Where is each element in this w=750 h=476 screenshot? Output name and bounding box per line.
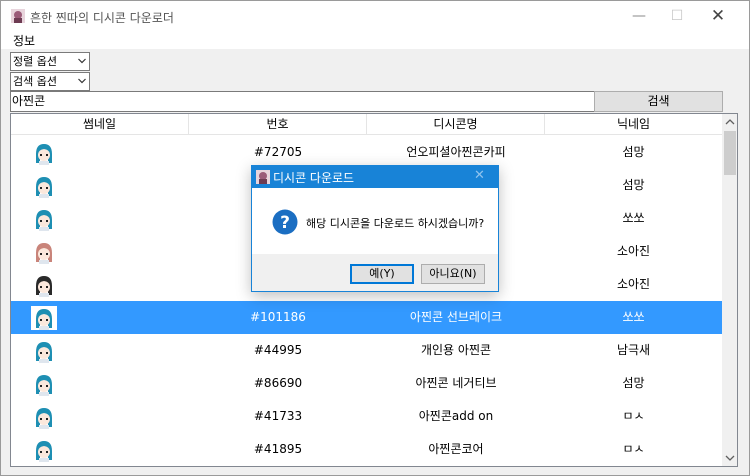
dccon-thumbnail (31, 438, 57, 462)
close-button[interactable]: ✕ (698, 1, 738, 31)
table-row[interactable]: #86690 아찐콘 네거티브 섬망 (11, 367, 722, 400)
row-dccon-name: 아찐콘코어 (428, 442, 484, 456)
search-option-select[interactable]: 검색 옵션 (10, 72, 90, 91)
column-header-thumbnail[interactable]: 썸네일 (11, 114, 189, 134)
dccon-thumbnail (31, 405, 57, 429)
menu-item-info[interactable]: 정보 (13, 32, 35, 49)
row-nickname: 섬망 (622, 178, 645, 192)
app-icon (11, 9, 25, 23)
row-nickname: 쏘쏘 (622, 310, 645, 324)
menu-bar: 정보 (1, 31, 749, 49)
question-icon: ? (272, 209, 298, 235)
dccon-thumbnail (31, 174, 57, 198)
dccon-thumbnail (31, 372, 57, 396)
column-header-number[interactable]: 번호 (189, 114, 367, 134)
dccon-thumbnail (31, 207, 57, 231)
dialog-title-bar: 디시콘 다운로드 ✕ (252, 166, 498, 188)
row-number: #44995 (253, 343, 303, 357)
row-nickname: ㅁㅅ (622, 409, 645, 423)
dialog-close-button[interactable]: ✕ (474, 168, 485, 183)
dccon-thumbnail (31, 306, 57, 330)
table-row[interactable]: #101186 아찐콘 선브레이크 쏘쏘 (11, 301, 722, 334)
sort-option-label: 정렬 옵션 (13, 55, 57, 68)
vertical-scrollbar[interactable] (722, 114, 738, 466)
dialog-title: 디시콘 다운로드 (273, 171, 355, 185)
row-nickname: 섬망 (622, 376, 645, 390)
row-nickname: ㅁㅅ (622, 442, 645, 456)
row-number: #101186 (250, 310, 306, 324)
yes-button[interactable]: 예(Y) (350, 264, 414, 284)
minimize-button[interactable]: — (619, 1, 659, 31)
table-row[interactable]: #44995 개인용 아찐콘 남극새 (11, 334, 722, 367)
row-number: #86690 (253, 376, 303, 390)
row-dccon-name: 아찐콘 선브레이크 (409, 310, 503, 324)
row-nickname: 남극새 (616, 343, 651, 357)
app-window: 흔한 찐따의 디시콘 다운로더 — ☐ ✕ 정보 정렬 옵션 검색 옵션 아찐콘… (0, 0, 750, 476)
dccon-thumbnail (31, 273, 57, 297)
maximize-button[interactable]: ☐ (657, 1, 697, 31)
scroll-up-arrow-icon[interactable] (722, 114, 738, 130)
row-nickname: 소아진 (616, 277, 651, 291)
dccon-thumbnail (31, 141, 57, 165)
title-bar: 흔한 찐따의 디시콘 다운로더 — ☐ ✕ (1, 1, 749, 31)
column-header-name[interactable]: 디시콘명 (367, 114, 545, 134)
list-header: 썸네일 번호 디시콘명 닉네임 (11, 114, 722, 135)
search-input[interactable]: 아찐콘 (10, 91, 595, 112)
chevron-down-icon (78, 78, 86, 84)
no-button[interactable]: 아니요(N) (421, 264, 485, 284)
search-option-label: 검색 옵션 (13, 75, 57, 88)
scrollbar-thumb[interactable] (724, 131, 736, 175)
row-dccon-name: 아찐콘 네거티브 (415, 376, 497, 390)
table-row[interactable]: #41895 아찐콘코어 ㅁㅅ (11, 433, 722, 466)
row-nickname: 쏘쏘 (622, 211, 645, 225)
dialog-message: 해당 디시콘을 다운로드 하시겠습니까? (306, 217, 485, 230)
row-nickname: 섬망 (622, 145, 645, 159)
row-dccon-name: 개인용 아찐콘 (420, 343, 492, 357)
download-confirm-dialog: 디시콘 다운로드 ✕ ? 해당 디시콘을 다운로드 하시겠습니까? 예(Y) 아… (251, 165, 499, 292)
search-button[interactable]: 검색 (594, 91, 723, 112)
row-dccon-name: 아찐콘add on (418, 409, 494, 423)
dialog-body: ? 해당 디시콘을 다운로드 하시겠습니까? (252, 188, 498, 254)
app-icon (256, 170, 270, 184)
scroll-down-arrow-icon[interactable] (722, 450, 738, 466)
row-number: #41895 (253, 442, 303, 456)
row-nickname: 소아진 (616, 244, 651, 258)
row-number: #41733 (253, 409, 303, 423)
dccon-thumbnail (31, 339, 57, 363)
svg-text:?: ? (280, 213, 290, 233)
dccon-thumbnail (31, 240, 57, 264)
column-header-nickname[interactable]: 닉네임 (545, 114, 722, 134)
sort-option-select[interactable]: 정렬 옵션 (10, 52, 90, 71)
window-title: 흔한 찐따의 디시콘 다운로더 (30, 11, 174, 25)
table-row[interactable]: #41733 아찐콘add on ㅁㅅ (11, 400, 722, 433)
chevron-down-icon (78, 58, 86, 64)
